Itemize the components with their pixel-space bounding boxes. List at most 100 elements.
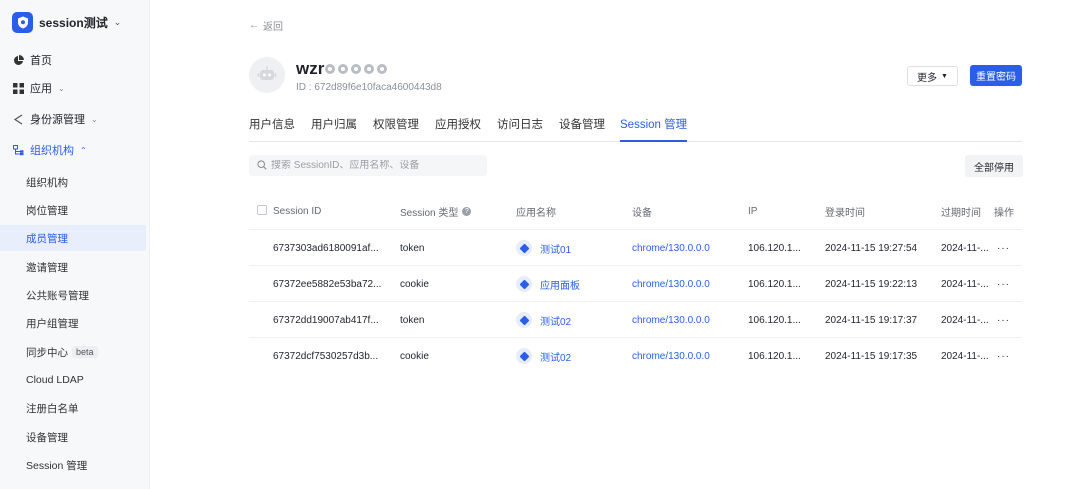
- session-id-cell: 67372ee5882e53ba72...: [273, 278, 382, 290]
- ip-cell: 106.120.1...: [748, 350, 801, 362]
- tab-label: 访问日志: [497, 119, 543, 131]
- status-icons: [325, 64, 390, 74]
- row-actions-menu[interactable]: ···: [997, 266, 1010, 302]
- tab-access-logs[interactable]: 访问日志: [497, 106, 543, 142]
- ip-cell: 106.120.1...: [748, 314, 801, 326]
- session-type-cell: token: [400, 242, 425, 254]
- login-time-cell: 2024-11-15 19:17:37: [825, 314, 918, 326]
- sidebar-subitem-label: 成员管理: [26, 232, 68, 245]
- sidebar-subitem-label: Cloud LDAP: [26, 374, 84, 386]
- tab-bar: 用户信息 用户归属 权限管理 应用授权 访问日志 设备管理 Session 管理: [249, 106, 1022, 142]
- expire-time-cell: 2024-11-...: [941, 314, 989, 326]
- tab-user-info[interactable]: 用户信息: [249, 106, 295, 142]
- sidebar-item-label: 身份源管理: [30, 114, 85, 126]
- status-icon: [338, 64, 348, 74]
- device-link[interactable]: chrome/130.0.0.0: [632, 302, 710, 338]
- tenant-name: session测试: [39, 15, 108, 30]
- session-id-cell: 6737303ad6180091af...: [273, 242, 379, 254]
- sidebar-subitem-devices[interactable]: 设备管理: [0, 424, 146, 450]
- table-row: 6737303ad6180091af... token 测试01 chrome/…: [249, 229, 1022, 265]
- select-all-checkbox[interactable]: [257, 205, 267, 215]
- tenant-switcher[interactable]: session测试 ⌄: [12, 11, 121, 33]
- status-icon: [325, 64, 335, 74]
- shield-logo-icon: [12, 11, 33, 33]
- column-header-session-type: Session 类型 ?: [400, 193, 472, 229]
- sidebar-item-label: 应用: [30, 83, 52, 95]
- sidebar-subitem-sync-center[interactable]: 同步中心 beta: [0, 339, 146, 365]
- session-type-cell: token: [400, 314, 425, 326]
- pie-chart-icon: [12, 54, 24, 66]
- device-link[interactable]: chrome/130.0.0.0: [632, 338, 710, 374]
- sidebar-item-identity-source[interactable]: 身份源管理 ⌄: [0, 107, 145, 131]
- status-icon: [351, 64, 361, 74]
- sidebar-subitem-cloud-ldap[interactable]: Cloud LDAP: [0, 367, 146, 393]
- more-button[interactable]: 更多 ▼: [907, 66, 958, 86]
- row-actions-menu[interactable]: ···: [997, 230, 1010, 266]
- tab-label: 设备管理: [559, 119, 605, 131]
- column-header-ip: IP: [748, 205, 758, 217]
- app-name-cell[interactable]: 测试02: [516, 338, 571, 374]
- help-icon[interactable]: ?: [462, 206, 472, 216]
- ip-cell: 106.120.1...: [748, 242, 801, 254]
- app-cube-icon: [516, 348, 532, 364]
- user-name: wzr: [296, 59, 325, 78]
- sidebar-subitem-user-groups[interactable]: 用户组管理: [0, 310, 146, 336]
- login-time-cell: 2024-11-15 19:17:35: [825, 350, 918, 362]
- sidebar-item-home[interactable]: 首页: [0, 48, 145, 72]
- sidebar-item-organization[interactable]: 组织机构 ⌃: [0, 138, 145, 162]
- table-row: 67372dcf7530257d3b... cookie 测试02 chrome…: [249, 337, 1022, 373]
- reset-password-button[interactable]: 重置密码: [970, 65, 1022, 86]
- sidebar-item-label: 组织机构: [30, 145, 74, 157]
- sidebar-item-label: 首页: [30, 55, 52, 67]
- sidebar-subitem-label: 注册白名单: [26, 402, 79, 415]
- sidebar: session测试 ⌄ 首页 应用 ⌄ 身份源管理 ⌄ 组织机构 ⌃ 组织机构 …: [0, 0, 150, 489]
- column-header-device: 设备: [632, 207, 652, 219]
- status-icon: [377, 64, 387, 74]
- disable-all-label: 全部停用: [974, 162, 1014, 174]
- tab-user-affiliation[interactable]: 用户归属: [311, 106, 357, 142]
- user-id: ID : 672d89f6e10faca4600443d8: [296, 82, 442, 93]
- app-name-label: 测试01: [540, 244, 572, 256]
- apps-grid-icon: [12, 82, 24, 94]
- tab-permissions[interactable]: 权限管理: [373, 106, 419, 142]
- arrow-left-icon: ←: [249, 20, 259, 31]
- chevron-up-icon: ⌃: [80, 145, 87, 155]
- app-name-label: 测试02: [540, 352, 572, 364]
- app-name-label: 应用面板: [540, 280, 580, 292]
- tab-app-authorization[interactable]: 应用授权: [435, 106, 481, 142]
- session-id-cell: 67372dcf7530257d3b...: [273, 350, 379, 362]
- robot-avatar-icon: [249, 57, 285, 93]
- sidebar-subitem-invitations[interactable]: 邀请管理: [0, 254, 146, 280]
- session-type-cell: cookie: [400, 350, 429, 362]
- sidebar-subitem-public-accounts[interactable]: 公共账号管理: [0, 282, 146, 308]
- app-name-cell[interactable]: 测试02: [516, 302, 571, 338]
- app-name-cell[interactable]: 应用面板: [516, 266, 580, 302]
- search-box: [249, 155, 487, 176]
- row-actions-menu[interactable]: ···: [997, 302, 1010, 338]
- column-header-expire-time: 过期时间: [941, 207, 981, 219]
- device-link[interactable]: chrome/130.0.0.0: [632, 266, 710, 302]
- tab-device-management[interactable]: 设备管理: [559, 106, 605, 142]
- sidebar-subitem-label: 组织机构: [26, 176, 68, 189]
- sidebar-subitem-sessions[interactable]: Session 管理: [0, 452, 146, 478]
- device-link[interactable]: chrome/130.0.0.0: [632, 230, 710, 266]
- back-link[interactable]: ← 返回: [249, 18, 283, 33]
- disable-all-button[interactable]: 全部停用: [965, 155, 1023, 177]
- search-input[interactable]: [271, 160, 481, 171]
- sidebar-subitem-members[interactable]: 成员管理: [0, 225, 146, 251]
- tab-label: 用户归属: [311, 119, 357, 131]
- sidebar-item-apps[interactable]: 应用 ⌄: [0, 76, 145, 100]
- status-icon: [364, 64, 374, 74]
- share-icon: [12, 113, 24, 125]
- app-name-cell[interactable]: 测试01: [516, 230, 571, 266]
- sidebar-subitem-org-structure[interactable]: 组织机构: [0, 169, 146, 195]
- column-header-app-name: 应用名称: [516, 207, 556, 219]
- sidebar-subitem-positions[interactable]: 岗位管理: [0, 197, 146, 223]
- org-tree-icon: [12, 144, 24, 156]
- chevron-down-icon: ⌄: [91, 114, 98, 124]
- tab-session-management[interactable]: Session 管理: [620, 106, 688, 142]
- row-actions-menu[interactable]: ···: [997, 338, 1010, 374]
- sidebar-subitem-whitelist[interactable]: 注册白名单: [0, 395, 146, 421]
- search-icon: [257, 159, 267, 173]
- tab-label: 用户信息: [249, 119, 295, 131]
